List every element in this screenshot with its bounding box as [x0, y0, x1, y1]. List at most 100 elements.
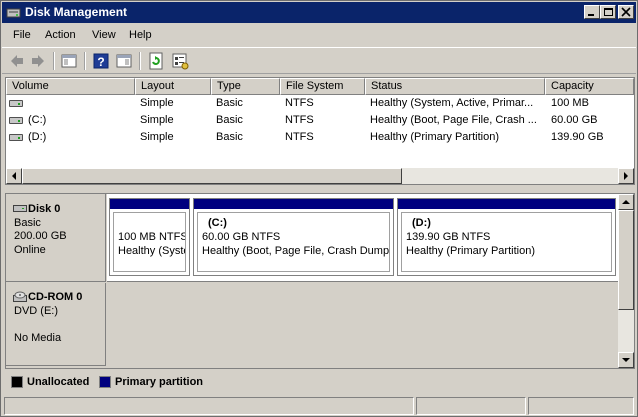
- status-pane-tertiary: [528, 397, 634, 415]
- close-button[interactable]: [618, 5, 634, 19]
- cdrom-0-area: [107, 283, 618, 366]
- disk-graphical-view: Disk 0 Basic 200.00 GB Online 100 MB NTF…: [5, 193, 635, 369]
- vertical-scrollbar[interactable]: [618, 194, 634, 368]
- status-pane-secondary: [416, 397, 526, 415]
- cell-layout: Simple: [140, 97, 174, 109]
- legend-swatch-primary: [99, 376, 111, 388]
- cell-capacity: 60.00 GB: [551, 114, 598, 126]
- scroll-down-button[interactable]: [618, 352, 634, 368]
- settings-icon[interactable]: [170, 51, 190, 71]
- status-bar: [2, 396, 636, 416]
- partition-size: 100 MB NTFS: [118, 231, 186, 243]
- partition-label: (D:): [412, 217, 431, 229]
- partition-body: (C:) 60.00 GB NTFS Healthy (Boot, Page F…: [197, 212, 390, 272]
- refresh-icon[interactable]: [146, 51, 166, 71]
- cell-volume: (D:): [28, 131, 47, 143]
- disk-type: DVD (E:): [14, 305, 58, 317]
- toolbar-separator: [53, 52, 55, 70]
- column-header-status[interactable]: Status: [365, 78, 545, 95]
- menu-action[interactable]: Action: [45, 28, 76, 42]
- forward-icon[interactable]: [28, 51, 48, 71]
- title-bar[interactable]: Disk Management: [2, 2, 636, 23]
- properties-icon[interactable]: [114, 51, 134, 71]
- cell-file-system: NTFS: [285, 131, 314, 143]
- partition-size: 60.00 GB NTFS: [202, 231, 281, 243]
- toolbar-separator: [139, 52, 141, 70]
- menu-file[interactable]: File: [13, 28, 31, 42]
- disk-type: Basic: [14, 217, 41, 229]
- toolbar: ?: [2, 47, 636, 74]
- partition-d[interactable]: (D:) 139.90 GB NTFS Healthy (Primary Par…: [397, 198, 616, 276]
- disk-size: 200.00 GB: [14, 230, 67, 242]
- toolbar-separator: [84, 52, 86, 70]
- cell-file-system: NTFS: [285, 114, 314, 126]
- maximize-button[interactable]: [600, 5, 616, 19]
- partition-type-bar: [110, 199, 189, 209]
- scroll-right-button[interactable]: [618, 168, 634, 184]
- cell-capacity: 100 MB: [551, 97, 589, 109]
- disk-state: Online: [14, 244, 46, 256]
- partition-type-bar: [194, 199, 393, 209]
- partition-label: (C:): [208, 217, 227, 229]
- column-header-type[interactable]: Type: [211, 78, 280, 95]
- partition-system-reserved[interactable]: 100 MB NTFS Healthy (Syste: [109, 198, 190, 276]
- partition-status: Healthy (Boot, Page File, Crash Dump,: [202, 245, 390, 257]
- partition-body: 100 MB NTFS Healthy (Syste: [113, 212, 186, 272]
- scroll-thumb[interactable]: [22, 168, 402, 184]
- cell-layout: Simple: [140, 131, 174, 143]
- menu-help[interactable]: Help: [129, 28, 152, 42]
- legend: Unallocated Primary partition: [5, 372, 635, 392]
- table-row[interactable]: (C:) Simple Basic NTFS Healthy (Boot, Pa…: [6, 112, 634, 129]
- disk-icon: [13, 204, 27, 213]
- drive-icon: [9, 117, 23, 124]
- menu-bar: File Action View Help: [2, 24, 636, 46]
- cdrom-icon: [13, 291, 27, 303]
- cell-type: Basic: [216, 97, 243, 109]
- partition-status: Healthy (Primary Partition): [406, 245, 535, 257]
- legend-label-primary: Primary partition: [115, 376, 204, 388]
- help-icon[interactable]: ?: [91, 51, 111, 71]
- disk-management-icon: [6, 5, 21, 20]
- disk-name: Disk 0: [28, 203, 61, 215]
- pane-splitter[interactable]: [2, 186, 636, 191]
- legend-swatch-unallocated: [11, 376, 23, 388]
- drive-icon: [9, 100, 23, 107]
- menu-view[interactable]: View: [92, 28, 116, 42]
- scroll-up-button[interactable]: [618, 194, 634, 210]
- status-pane-main: [4, 397, 414, 415]
- cdrom-0-label[interactable]: CD-ROM 0 DVD (E:) No Media: [6, 283, 106, 366]
- cell-layout: Simple: [140, 114, 174, 126]
- legend-label-unallocated: Unallocated: [27, 376, 90, 388]
- cell-file-system: NTFS: [285, 97, 314, 109]
- horizontal-scrollbar[interactable]: [6, 168, 634, 184]
- disk-0-partitions: 100 MB NTFS Healthy (Syste (C:) 60.00 GB…: [107, 194, 618, 282]
- cell-type: Basic: [216, 114, 243, 126]
- partition-c[interactable]: (C:) 60.00 GB NTFS Healthy (Boot, Page F…: [193, 198, 394, 276]
- partition-status: Healthy (Syste: [118, 245, 186, 257]
- scroll-thumb[interactable]: [618, 210, 634, 310]
- table-row[interactable]: Simple Basic NTFS Healthy (System, Activ…: [6, 95, 634, 112]
- cell-type: Basic: [216, 131, 243, 143]
- column-header-volume[interactable]: Volume: [6, 78, 135, 95]
- window-title: Disk Management: [25, 5, 128, 19]
- column-header-file-system[interactable]: File System: [280, 78, 365, 95]
- disk-name: CD-ROM 0: [28, 291, 83, 303]
- cell-status: Healthy (Primary Partition): [370, 131, 499, 143]
- disk-0-label[interactable]: Disk 0 Basic 200.00 GB Online: [6, 194, 106, 282]
- partition-size: 139.90 GB NTFS: [406, 231, 491, 243]
- disk-management-window: Disk Management File Action View Help ?: [0, 0, 638, 417]
- minimize-button[interactable]: [584, 5, 600, 19]
- disk-state: No Media: [14, 332, 62, 344]
- partition-body: (D:) 139.90 GB NTFS Healthy (Primary Par…: [401, 212, 612, 272]
- cell-status: Healthy (Boot, Page File, Crash ...: [370, 114, 537, 126]
- back-icon[interactable]: [7, 51, 27, 71]
- partition-type-bar: [398, 199, 615, 209]
- svg-text:?: ?: [97, 55, 104, 69]
- column-header-capacity[interactable]: Capacity: [545, 78, 634, 95]
- cell-status: Healthy (System, Active, Primar...: [370, 97, 534, 109]
- volume-list[interactable]: Volume Layout Type File System Status Ca…: [5, 77, 635, 185]
- show-hide-tree-icon[interactable]: [59, 51, 79, 71]
- scroll-left-button[interactable]: [6, 168, 22, 184]
- column-header-layout[interactable]: Layout: [135, 78, 211, 95]
- table-row[interactable]: (D:) Simple Basic NTFS Healthy (Primary …: [6, 129, 634, 146]
